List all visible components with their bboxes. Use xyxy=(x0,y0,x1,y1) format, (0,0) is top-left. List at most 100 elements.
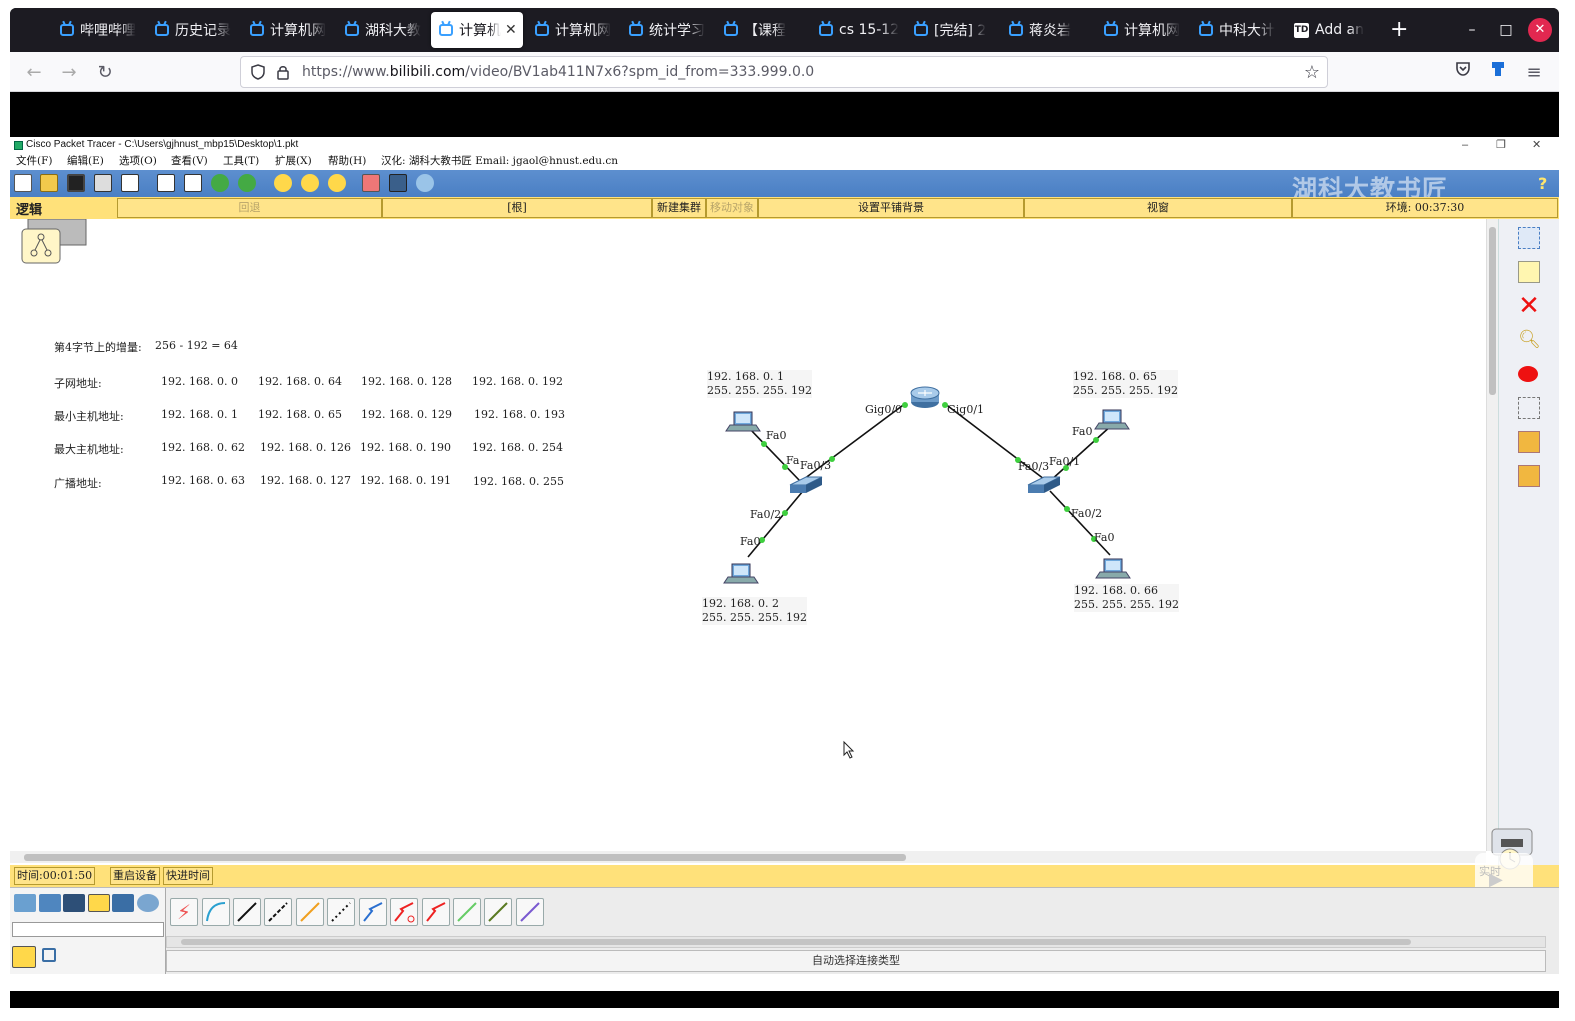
menu-help[interactable]: 帮助(H) xyxy=(328,153,366,170)
phone-cable-icon[interactable] xyxy=(327,898,355,926)
pt-close-button[interactable]: ✕ xyxy=(1532,137,1541,153)
cluster-navigator-icon[interactable] xyxy=(21,219,87,264)
tab[interactable]: cs 15-12 xyxy=(811,12,901,48)
fiber-icon[interactable] xyxy=(296,898,324,926)
tab[interactable]: 计算机网 xyxy=(527,12,617,48)
device-search-field[interactable] xyxy=(12,922,164,937)
lock-icon[interactable] xyxy=(274,64,292,82)
add-simple-pdu-icon[interactable] xyxy=(1518,431,1540,453)
tab[interactable]: 中科大计 xyxy=(1191,12,1281,48)
forward-arrow-icon[interactable]: → xyxy=(56,60,82,86)
minimize-button[interactable]: – xyxy=(1460,18,1484,42)
pc-icon[interactable] xyxy=(1094,409,1130,430)
reload-icon[interactable]: ↻ xyxy=(92,60,118,86)
power-cycle-button[interactable]: 重启设备 xyxy=(110,867,160,885)
copper-cross-icon[interactable] xyxy=(264,898,292,926)
viewport-button[interactable]: 视窗 xyxy=(1024,198,1292,218)
logical-tab-label[interactable]: 逻辑 xyxy=(16,199,42,218)
workspace-horizontal-scrollbar[interactable] xyxy=(10,851,1486,863)
back-arrow-icon[interactable]: ← xyxy=(21,60,47,86)
switches-category-icon[interactable] xyxy=(39,894,61,912)
pc-icon[interactable] xyxy=(723,563,759,584)
serial-dce-icon[interactable] xyxy=(390,898,418,926)
url-text[interactable]: https://www.bilibili.com/video/BV1ab411N… xyxy=(302,64,814,80)
tab[interactable]: 计算机网 xyxy=(1096,12,1186,48)
scroll-thumb[interactable] xyxy=(181,939,1411,945)
pc-icon[interactable] xyxy=(1095,558,1131,579)
usb-cable-icon[interactable] xyxy=(516,898,544,926)
resize-shape-icon[interactable] xyxy=(1518,397,1540,419)
tab[interactable]: 历史记录 xyxy=(147,12,237,48)
coaxial-icon[interactable] xyxy=(359,898,387,926)
lightning-connection-icon[interactable] xyxy=(12,946,36,968)
environment-time[interactable]: 环境: 00:37:30 xyxy=(1292,198,1558,218)
cloud-icon[interactable] xyxy=(416,174,434,192)
menu-extensions[interactable]: 扩展(X) xyxy=(275,153,312,170)
activity-wizard-icon[interactable] xyxy=(121,174,139,192)
pt-minimize-button[interactable]: – xyxy=(1462,137,1468,153)
delete-icon[interactable]: ✕ xyxy=(1518,293,1540,319)
new-file-icon[interactable] xyxy=(14,174,32,192)
redo-icon[interactable] xyxy=(238,174,256,192)
move-object-button[interactable]: 移动对象 xyxy=(706,198,758,218)
back-button[interactable]: 回退 xyxy=(117,198,382,218)
close-window-button[interactable]: ✕ xyxy=(1528,18,1552,42)
pocket-icon[interactable] xyxy=(1450,60,1476,86)
zoom-reset-icon[interactable] xyxy=(301,174,319,192)
shield-icon[interactable] xyxy=(249,64,267,82)
save-icon[interactable] xyxy=(67,174,85,192)
switch-icon[interactable] xyxy=(789,476,823,493)
tab[interactable]: TD Add an xyxy=(1286,12,1378,48)
zoom-in-icon[interactable] xyxy=(274,174,292,192)
wan-emulation-category-icon[interactable] xyxy=(137,894,159,912)
menu-options[interactable]: 选项(O) xyxy=(119,153,157,170)
bookmark-star-icon[interactable]: ☆ xyxy=(1303,64,1321,82)
menu-edit[interactable]: 编辑(E) xyxy=(67,153,104,170)
scroll-thumb[interactable] xyxy=(1489,227,1496,395)
menu-icon[interactable]: ≡ xyxy=(1521,60,1547,86)
pc1-ip-note[interactable]: 192. 168. 0. 1 255. 255. 255. 192 xyxy=(707,370,812,398)
pc3-ip-note[interactable]: 192. 168. 0. 65 255. 255. 255. 192 xyxy=(1073,370,1178,398)
iot-cable-icon[interactable] xyxy=(484,898,512,926)
note-icon[interactable] xyxy=(1518,261,1540,283)
tab[interactable]: 统计学习 xyxy=(621,12,711,48)
play-icon[interactable]: ▶ xyxy=(1489,869,1515,890)
fast-forward-button[interactable]: 快进时间 xyxy=(163,867,213,885)
url-bar[interactable]: https://www.bilibili.com/video/BV1ab411N… xyxy=(240,56,1328,88)
close-tab-icon[interactable]: ✕ xyxy=(505,22,517,38)
zoom-out-icon[interactable] xyxy=(328,174,346,192)
menu-tools[interactable]: 工具(T) xyxy=(223,153,259,170)
open-folder-icon[interactable] xyxy=(40,174,58,192)
grid-icon[interactable] xyxy=(42,948,56,962)
end-devices-category-icon[interactable] xyxy=(63,894,85,912)
palette-icon[interactable] xyxy=(362,174,380,192)
auto-connection-icon[interactable]: ⚡ xyxy=(170,898,198,926)
switch-icon[interactable] xyxy=(1027,476,1061,493)
extension-icon[interactable] xyxy=(1485,60,1511,86)
connections-scrollbar[interactable] xyxy=(166,936,1546,948)
print-icon[interactable] xyxy=(94,174,112,192)
tab[interactable]: 蒋炎岩 xyxy=(1001,12,1091,48)
custom-devices-icon[interactable] xyxy=(389,174,407,192)
set-background-button[interactable]: 设置平铺背景 xyxy=(758,198,1024,218)
serial-dte-icon[interactable] xyxy=(422,898,450,926)
help-icon[interactable]: ? xyxy=(1538,174,1547,193)
draw-ellipse-icon[interactable] xyxy=(1518,366,1538,382)
inspect-icon[interactable]: 🔍︎ xyxy=(1518,329,1541,351)
logical-workspace[interactable]: 第4字节上的增量: 256 - 192 = 64 子网地址: 192. 168.… xyxy=(10,219,1486,851)
copper-straight-icon[interactable] xyxy=(233,898,261,926)
pc4-ip-note[interactable]: 192. 168. 0. 66 255. 255. 255. 192 xyxy=(1074,584,1179,612)
tab[interactable]: 哔哩哔哩 xyxy=(52,12,142,48)
new-cluster-button[interactable]: 新建集群 xyxy=(652,198,706,218)
tab[interactable]: 【课程 xyxy=(716,12,806,48)
menu-file[interactable]: 文件(F) xyxy=(16,153,52,170)
tab[interactable]: [完结] 2 xyxy=(906,12,996,48)
routers-category-icon[interactable] xyxy=(14,894,36,912)
add-complex-pdu-icon[interactable] xyxy=(1518,465,1540,487)
connections-category-icon[interactable] xyxy=(88,894,110,912)
copy-icon[interactable] xyxy=(157,174,175,192)
root-button[interactable]: [根] xyxy=(382,198,652,218)
console-cable-icon[interactable] xyxy=(202,898,230,926)
tab[interactable]: 湖科大教 xyxy=(337,12,427,48)
pc2-ip-note[interactable]: 192. 168. 0. 2 255. 255. 255. 192 xyxy=(702,597,807,625)
